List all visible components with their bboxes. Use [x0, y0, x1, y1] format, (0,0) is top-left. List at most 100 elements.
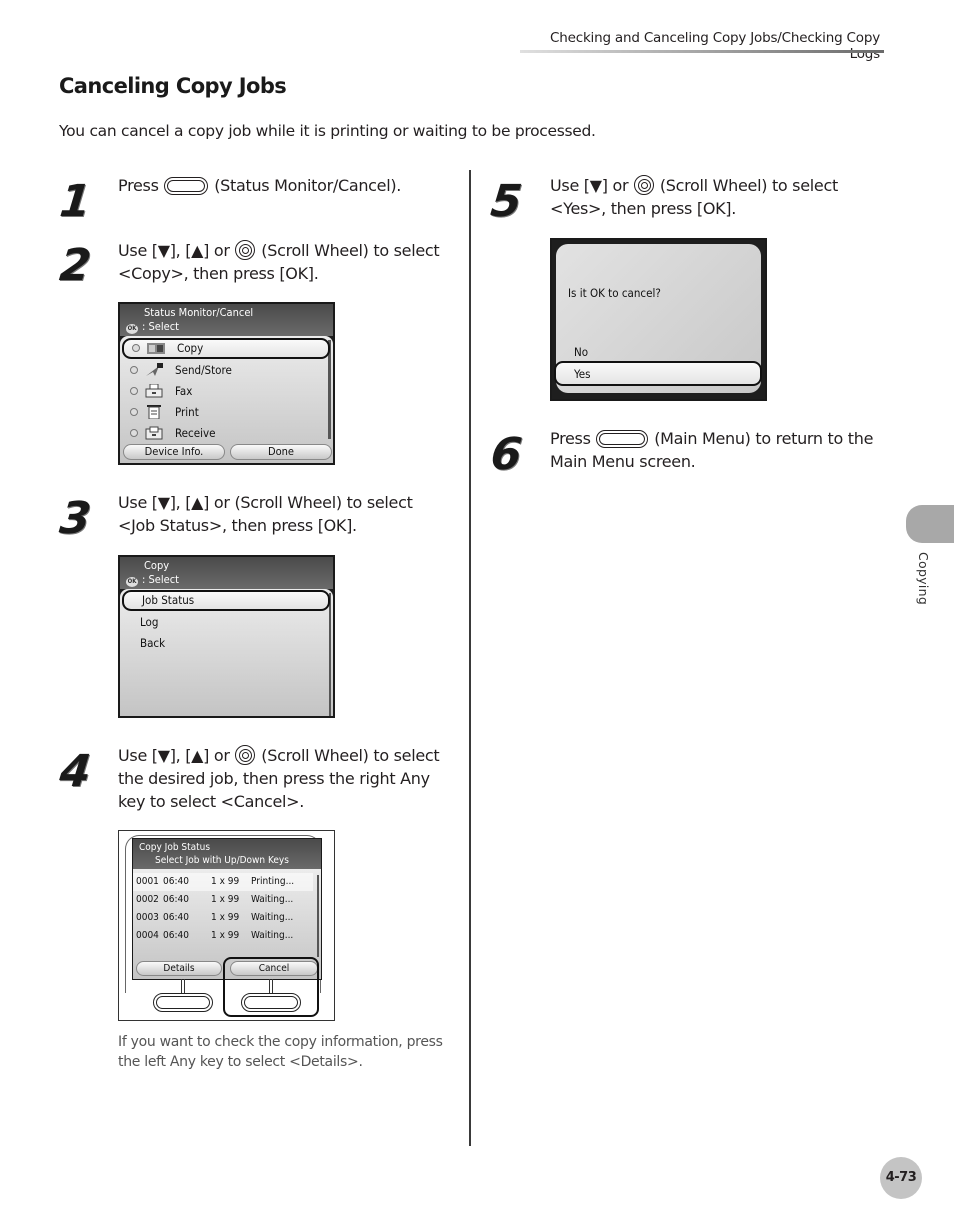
job-time: 06:40 [163, 912, 189, 923]
job-qty: 1 x 99 [211, 876, 240, 887]
menu-item-label: Back [140, 636, 166, 650]
option-yes[interactable]: Yes [554, 361, 762, 386]
step-text: Main Menu screen. [550, 452, 696, 471]
step-text: <Copy>, then press [OK]. [118, 264, 319, 283]
job-qty: 1 x 99 [211, 894, 240, 905]
running-header: Checking and Canceling Copy Jobs/Checkin… [550, 30, 880, 62]
step-5-text: Use [▼] or (Scroll Wheel) to select <Yes… [550, 174, 838, 220]
copy-job-status-panel: Copy Job Status Select Job with Up/Down … [118, 830, 335, 1021]
connector-line [269, 979, 273, 993]
device-info-button[interactable]: Device Info. [123, 444, 225, 460]
screen-subtitle: : Select [142, 573, 180, 586]
step-number: 3 [57, 493, 92, 544]
job-time: 06:40 [163, 894, 189, 905]
step-4-text: Use [▼], [▲] or (Scroll Wheel) to select… [118, 744, 440, 813]
radio-icon [130, 408, 138, 416]
job-row[interactable]: 0001 06:40 1 x 99 Printing... [133, 873, 313, 891]
status-monitor-key-icon [164, 177, 209, 195]
done-button[interactable]: Done [230, 444, 332, 460]
step-6-text: Press (Main Menu) to return to the Main … [550, 427, 873, 473]
job-id: 0001 [136, 876, 159, 887]
details-button[interactable]: Details [136, 961, 222, 976]
scrollbar[interactable] [329, 593, 331, 716]
job-id: 0003 [136, 912, 159, 923]
screen-subtitle: Select Job with Up/Down Keys [155, 855, 289, 866]
screen-header: Status Monitor/Cancel OK : Select [120, 304, 333, 336]
step-text: Use [▼] or [550, 176, 629, 195]
menu-item-fax[interactable]: Fax [120, 381, 325, 402]
ok-icon: OK [126, 324, 138, 334]
step-1-text: Press (Status Monitor/Cancel). [118, 174, 401, 197]
job-row[interactable]: 0002 06:40 1 x 99 Waiting... [133, 891, 313, 909]
step-3-text: Use [▼], [▲] or (Scroll Wheel) to select… [118, 491, 413, 537]
menu-item-log[interactable]: Log [120, 612, 325, 633]
step-text: (Status Monitor/Cancel). [214, 176, 402, 195]
intro-text: You can cancel a copy job while it is pr… [59, 122, 596, 140]
connector-line [181, 979, 185, 993]
menu-item-label: Receive [175, 426, 216, 440]
job-time: 06:40 [163, 876, 189, 887]
right-any-key[interactable] [241, 993, 301, 1012]
menu-item-label: Print [175, 405, 199, 419]
scroll-wheel-icon [634, 175, 655, 195]
radio-icon [130, 366, 138, 374]
radio-icon [132, 344, 140, 352]
menu-item-receive[interactable]: Receive [120, 423, 325, 444]
print-icon [147, 405, 161, 419]
step-number: 2 [57, 240, 92, 291]
radio-icon [130, 387, 138, 395]
step-number: 4 [57, 746, 92, 797]
menu-item-label: Log [140, 615, 159, 629]
option-no[interactable]: No [574, 345, 588, 359]
ok-icon: OK [126, 577, 138, 587]
status-monitor-screen: Status Monitor/Cancel OK : Select Copy Se… [118, 302, 335, 465]
scroll-wheel-icon [235, 745, 256, 765]
step-2-text: Use [▼], [▲] or (Scroll Wheel) to select… [118, 239, 440, 285]
job-id: 0004 [136, 930, 159, 941]
step-number: 5 [488, 176, 523, 227]
step-text: Press [118, 176, 159, 195]
job-status: Printing... [251, 876, 295, 887]
step-number: 1 [57, 176, 92, 227]
step-number: 6 [488, 429, 523, 480]
copy-icon [147, 343, 165, 354]
job-row[interactable]: 0004 06:40 1 x 99 Waiting... [133, 927, 313, 945]
menu-item-job-status[interactable]: Job Status [122, 590, 330, 611]
radio-icon [130, 429, 138, 437]
step-text: (Scroll Wheel) to select [261, 746, 440, 765]
menu-item-copy[interactable]: Copy [122, 338, 330, 359]
section-title: Canceling Copy Jobs [59, 74, 287, 98]
job-status: Waiting... [251, 912, 294, 923]
step-text: <Job Status>, then press [OK]. [118, 516, 357, 535]
step-text: Press [550, 429, 591, 448]
step-text: the desired job, then press the right An… [118, 769, 430, 788]
confirm-question: Is it OK to cancel? [568, 286, 661, 300]
screen-header: Copy Job Status Select Job with Up/Down … [133, 839, 321, 869]
step-text: key to select <Cancel>. [118, 792, 305, 811]
screen-title: Copy [144, 559, 170, 572]
menu-item-label: Send/Store [175, 363, 232, 377]
scroll-wheel-icon [235, 240, 256, 260]
left-any-key[interactable] [153, 993, 213, 1012]
screen-subtitle: : Select [142, 320, 180, 333]
menu-item-back[interactable]: Back [120, 633, 325, 654]
job-row[interactable]: 0003 06:40 1 x 99 Waiting... [133, 909, 313, 927]
main-menu-key-icon [596, 430, 649, 448]
menu-item-print[interactable]: Print [120, 402, 325, 423]
step-text: (Main Menu) to return to the [654, 429, 874, 448]
receive-icon [145, 426, 163, 440]
column-divider [469, 170, 471, 1146]
screen-title: Status Monitor/Cancel [144, 306, 254, 319]
job-status: Waiting... [251, 930, 294, 941]
send-store-icon [146, 363, 163, 376]
screen-header: Copy OK : Select [120, 557, 333, 589]
scrollbar[interactable] [317, 875, 319, 957]
copy-menu-screen: Copy OK : Select Job Status Log Back [118, 555, 335, 718]
step-4-note: If you want to check the copy informatio… [118, 1032, 443, 1072]
menu-item-send-store[interactable]: Send/Store [120, 360, 325, 381]
step-text: (Scroll Wheel) to select [659, 176, 838, 195]
option-label: Yes [574, 367, 591, 381]
job-qty: 1 x 99 [211, 930, 240, 941]
step-text: Use [▼], [▲] or [118, 241, 230, 260]
menu-item-label: Copy [177, 341, 204, 355]
